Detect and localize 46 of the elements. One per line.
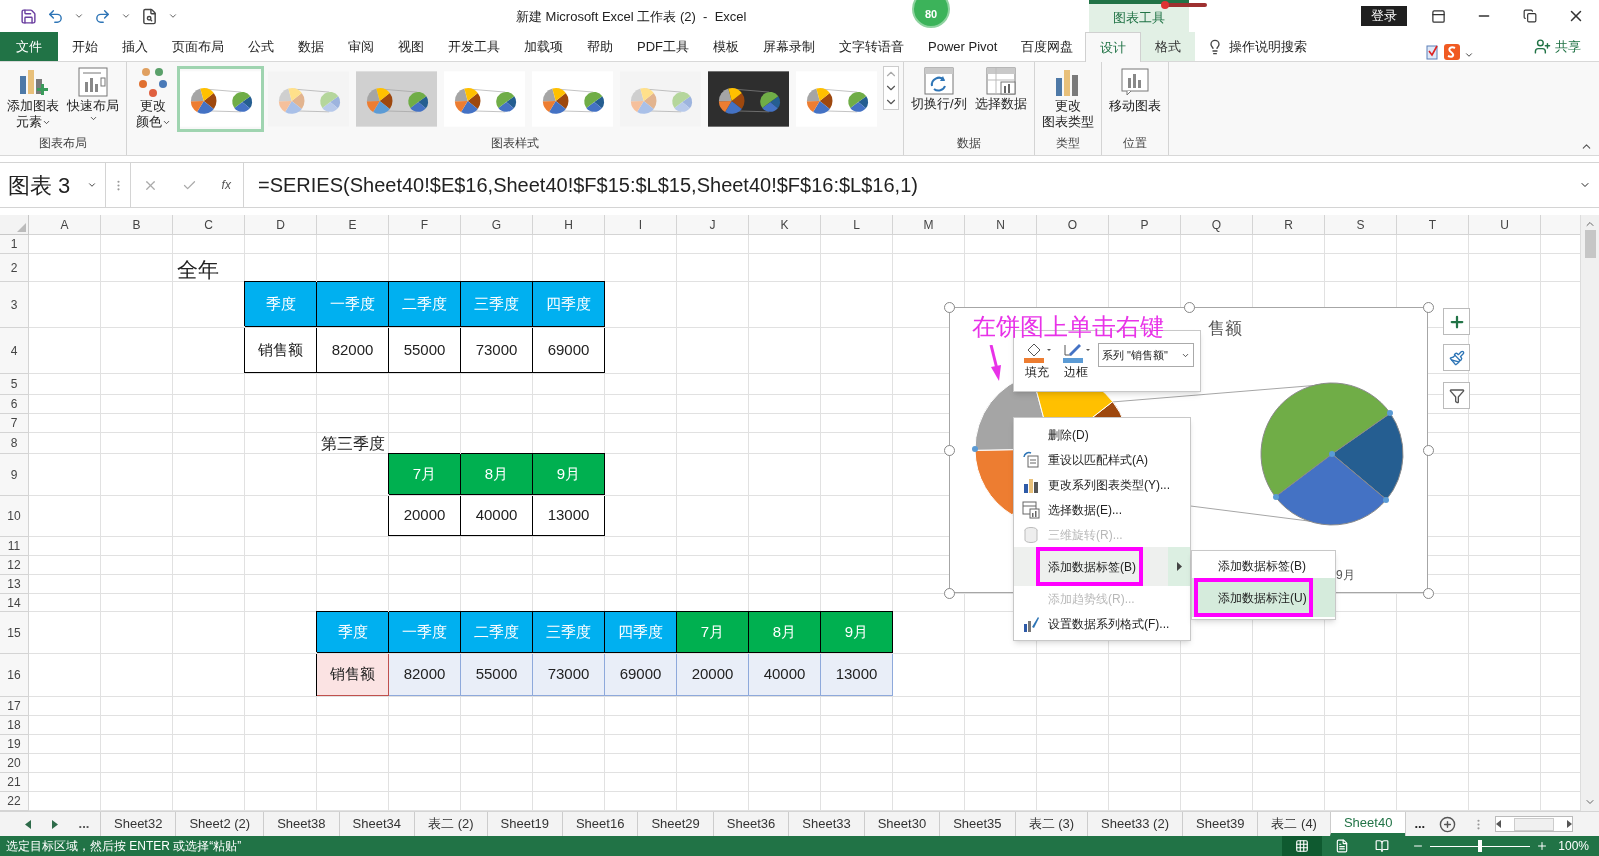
table-cell: 82000 [389,654,461,696]
table-cell: 20000 [389,496,461,536]
table-cell: 9月 [533,454,605,495]
table-cell: 四季度 [533,282,605,327]
table-cell: 销售额 [245,328,317,373]
table-cell: 9月 [821,612,893,653]
group-label: 数据 [955,135,982,152]
cell-text: 第三季度 [321,436,385,452]
annotation-text: 在饼图上单击右键 [972,315,1164,339]
table-cell: 69000 [605,654,677,696]
group-label: 图表样式 [490,135,540,152]
table-cell: 7月 [677,612,749,653]
table-cell: 55000 [461,654,533,696]
table-cell: 73000 [461,328,533,373]
table-cell: 8月 [461,454,533,495]
table-cell: 7月 [389,454,461,495]
table-cell: 8月 [749,612,821,653]
table-cell: 69000 [533,328,605,373]
table-cell: 13000 [533,496,605,536]
table-cell: 55000 [389,328,461,373]
table-cell: 82000 [317,328,389,373]
status-message: 选定目标区域，然后按 ENTER 或选择“粘贴” [5,838,242,855]
table-cell: 40000 [749,654,821,696]
context-tab-group: 图表工具 [1089,0,1189,32]
chart-title: 售额 [1208,318,1242,340]
table-cell: 销售额 [317,654,389,696]
table-cell: 二季度 [389,282,461,327]
table-cell: 二季度 [461,612,533,653]
table-cell: 三季度 [533,612,605,653]
legend-label: 9月 [1336,567,1355,584]
group-label: 图表布局 [38,135,88,152]
table-cell: 13000 [821,654,893,696]
table-cell: 20000 [677,654,749,696]
cell-text: 全年 [177,259,219,280]
table-cell: 73000 [533,654,605,696]
table-cell: 季度 [317,612,389,653]
group-label: 类型 [1054,135,1081,152]
score-badge: 80 [912,0,950,28]
table-cell: 一季度 [389,612,461,653]
table-cell: 四季度 [605,612,677,653]
group-label: 位置 [1121,135,1148,152]
table-cell: 三季度 [461,282,533,327]
table-cell: 季度 [245,282,317,327]
window-title: 新建 Microsoft Excel 工作表 (2) - Excel [516,9,747,24]
table-cell: 40000 [461,496,533,536]
table-cell: 一季度 [317,282,389,327]
